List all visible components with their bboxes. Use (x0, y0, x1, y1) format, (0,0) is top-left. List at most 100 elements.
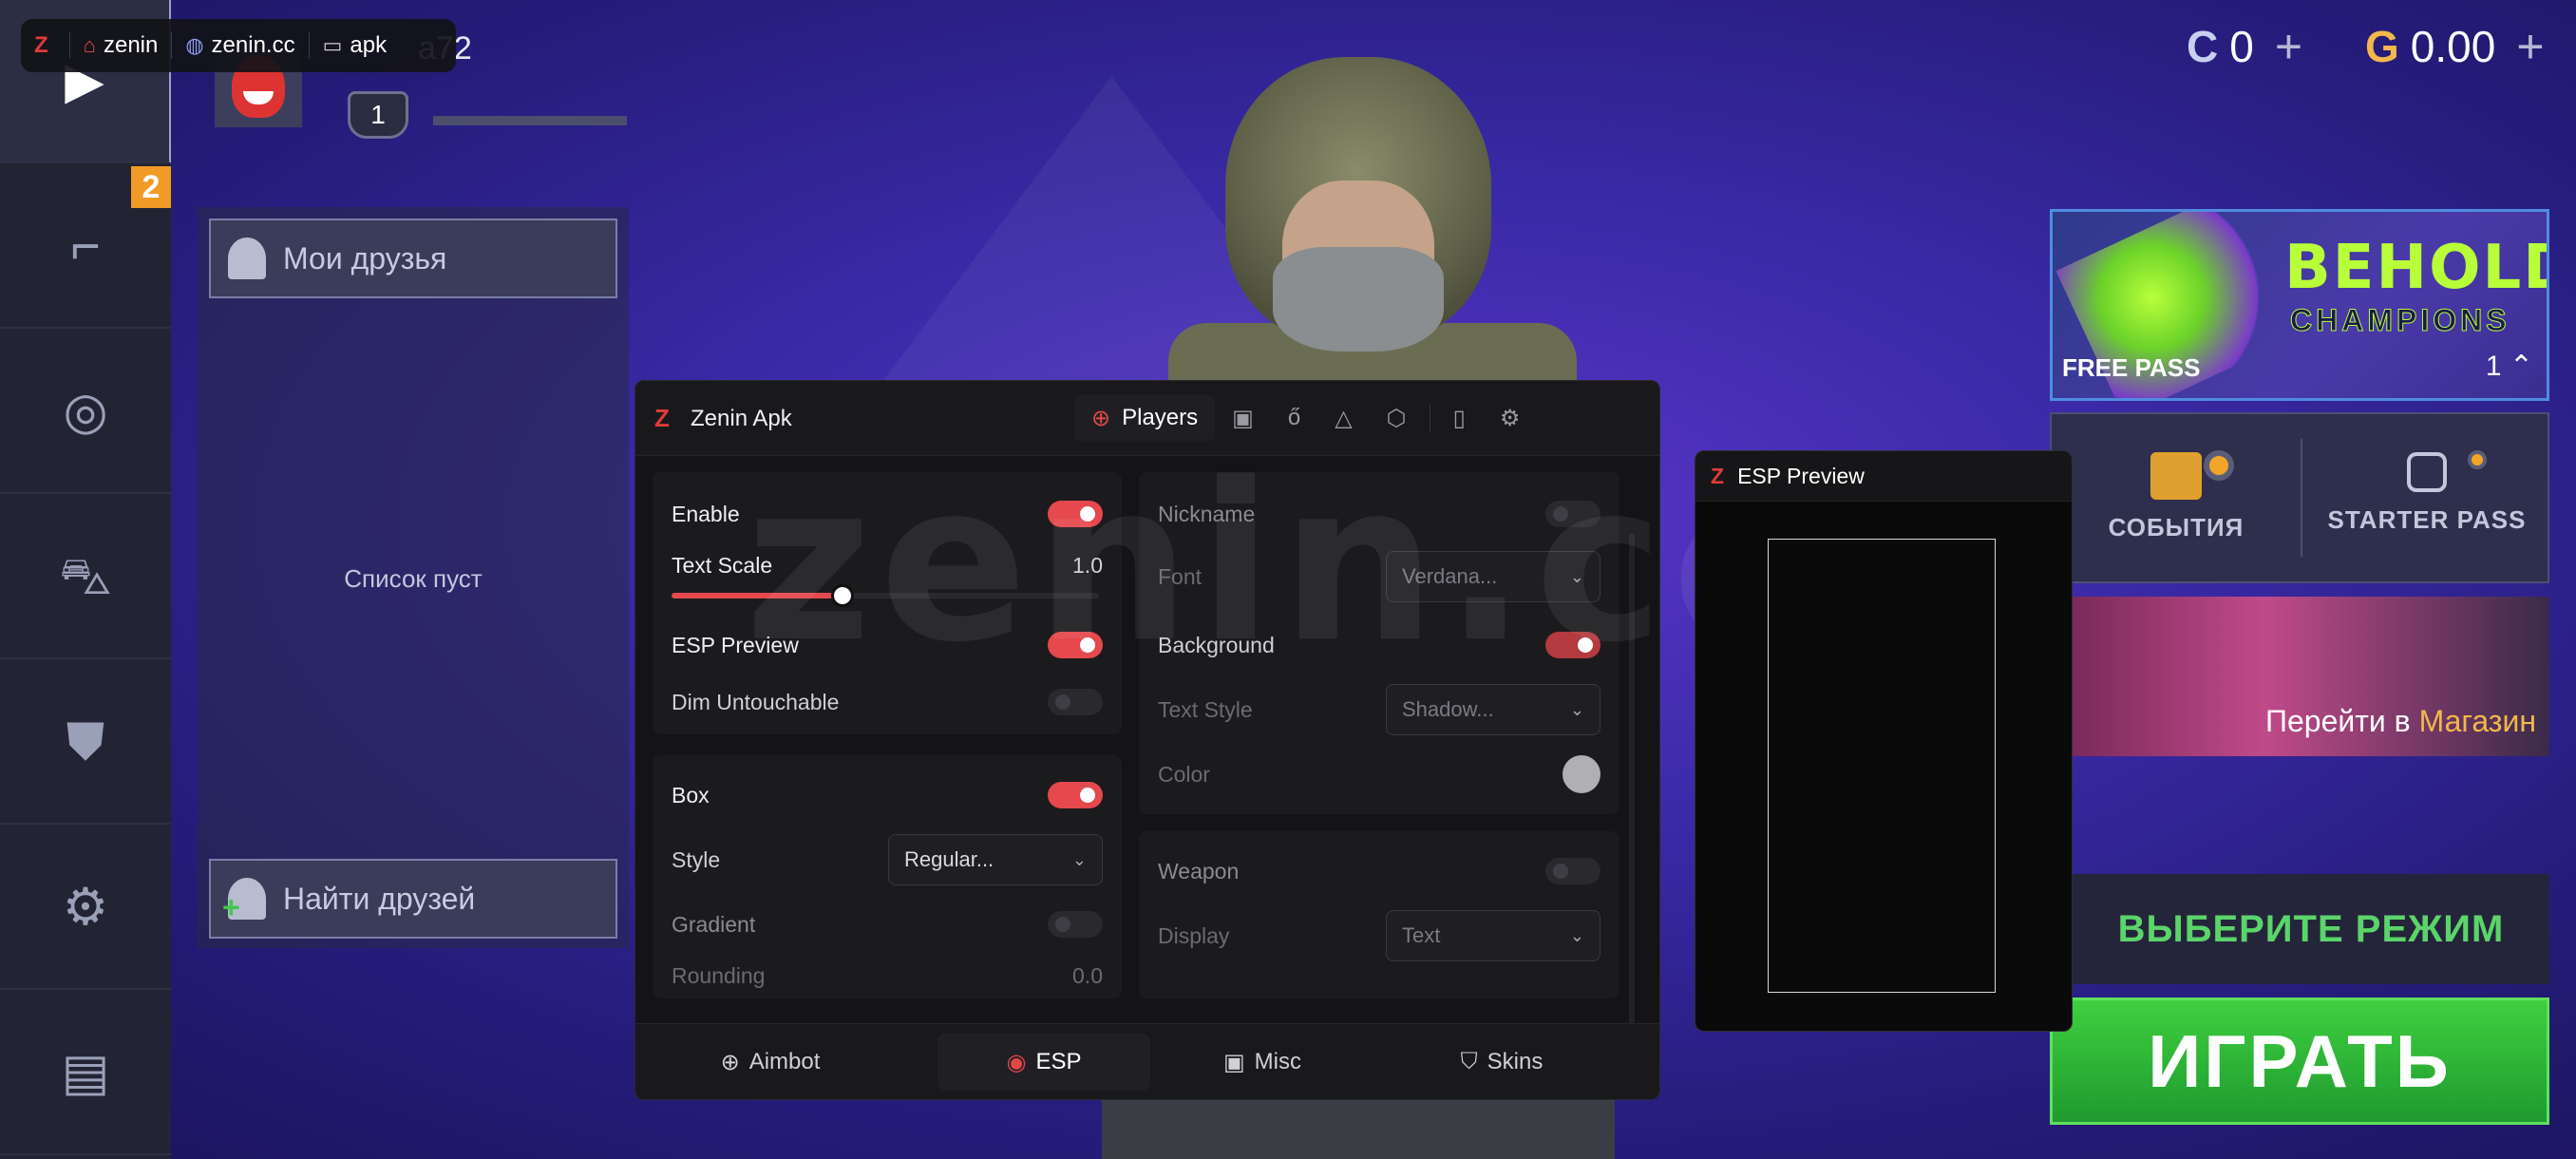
esp-preview-toggle[interactable] (1048, 632, 1103, 658)
tag-icon: ⌂ (83, 33, 96, 57)
font-label: Font (1158, 563, 1203, 589)
sidebar-item-clan[interactable]: ⛊ (0, 661, 171, 825)
background-row: Background (1158, 626, 1601, 664)
weapon-row: Weapon (1158, 852, 1601, 890)
crosshair-icon: ⊕ (1091, 405, 1111, 431)
footer-misc-label: Misc (1254, 1049, 1301, 1074)
tab-players[interactable]: ⊕ Players (1074, 394, 1216, 442)
dim-untouchable-label: Dim Untouchable (672, 689, 840, 714)
calendar-icon (2150, 452, 2202, 500)
footer-tab-esp[interactable]: ◉ ESP (938, 1034, 1150, 1091)
tab-items[interactable]: ▣ (1215, 394, 1271, 442)
background-toggle[interactable] (1545, 632, 1601, 658)
weapon-label: Weapon (1158, 858, 1240, 884)
tag-site-label: zenin.cc (211, 32, 295, 58)
rounding-row: Rounding 0.0 (672, 957, 1103, 995)
beholder-promo-banner[interactable]: BEHOLDER CHAMPIONS FREE PASS 1 ⌃ (2050, 209, 2549, 401)
menu-scrollbar[interactable] (1629, 533, 1635, 1065)
box-toggle[interactable] (1048, 782, 1103, 808)
add-coins-button[interactable]: + (2275, 19, 2302, 74)
footer-tab-skins[interactable]: ⛉ Skins (1395, 1034, 1608, 1091)
pistol-icon: ⌐ (70, 218, 101, 275)
weapon-toggle[interactable] (1545, 858, 1601, 884)
color-swatch[interactable] (1563, 755, 1601, 793)
tag-zenin: ⌂ zenin (68, 32, 172, 59)
tab-grenades[interactable]: ő (1271, 394, 1317, 442)
triangle-icon: △ (1335, 405, 1353, 431)
briefcase-icon: ▣ (1222, 1049, 1245, 1075)
gradient-toggle[interactable] (1048, 911, 1103, 938)
footer-aimbot-label: Aimbot (748, 1049, 821, 1074)
menu-header: Z Zenin Apk ⊕ Players ▣ ő △ ⬡ ▯ ⚙ (635, 381, 1659, 456)
nickname-card: Nickname Font Verdana... ⌄ Background Tex… (1139, 472, 1619, 814)
dim-untouchable-toggle[interactable] (1048, 689, 1103, 715)
tag-platform-label: apk (350, 32, 388, 58)
starter-pass-dot (2468, 450, 2487, 469)
shirt-icon: ⛉ (1460, 1049, 1478, 1074)
cart-icon: ⛍ (59, 548, 112, 605)
font-dropdown[interactable]: Verdana... ⌄ (1386, 551, 1601, 602)
box-label: Box (672, 782, 710, 808)
zenin-logo: Z (34, 32, 48, 58)
footer-skins-label: Skins (1487, 1049, 1544, 1074)
friends-empty-text: Список пуст (344, 564, 483, 593)
font-row: Font Verdana... ⌄ (1158, 551, 1601, 602)
add-friend-icon: + (222, 878, 266, 924)
find-friends-button[interactable]: + Найти друзей (209, 859, 617, 939)
gold-icon: G (2365, 22, 2399, 71)
tab-world[interactable]: △ (1317, 394, 1369, 442)
display-dropdown[interactable]: Text ⌄ (1386, 910, 1601, 961)
add-gold-button[interactable]: + (2516, 19, 2544, 74)
text-scale-label: Text Scale (672, 552, 773, 578)
display-label: Display (1158, 922, 1230, 948)
general-card: Enable Text Scale 1.0 ESP Preview Dim Un… (653, 472, 1122, 734)
events-button[interactable]: СОБЫТИЯ (2052, 414, 2301, 581)
tab-settings[interactable]: ⚙ (1483, 394, 1538, 442)
text-scale-handle[interactable] (831, 584, 854, 607)
starter-pass-button[interactable]: STARTER PASS (2302, 414, 2551, 581)
box-card: Box Style Regular... ⌄ Gradient Rounding … (653, 755, 1122, 998)
shop-banner[interactable]: Перейти в Магазин (2073, 597, 2549, 756)
select-mode-button[interactable]: ВЫБЕРИТЕ РЕЖИМ (2073, 874, 2549, 984)
footer-tab-misc[interactable]: ▣ Misc (1156, 1034, 1369, 1091)
sidebar-item-chat[interactable]: ▤ (0, 992, 171, 1155)
nickname-toggle[interactable] (1545, 501, 1601, 527)
sidebar-item-settings[interactable]: ⚙ (0, 826, 171, 990)
weapon-card: Weapon Display Text ⌄ (1139, 831, 1619, 998)
esp-preview-title: ESP Preview (1737, 463, 1865, 488)
gear-icon: ⚙ (1499, 405, 1521, 431)
eye-icon: ◉ (1006, 1049, 1027, 1075)
text-scale-fill (672, 593, 843, 598)
pass-level-number: 1 (2485, 351, 2502, 382)
tab-players-label: Players (1122, 405, 1199, 430)
tag-site: ◍ zenin.cc (171, 32, 308, 59)
enable-toggle[interactable] (1048, 501, 1103, 527)
soldier-legs (1102, 1092, 1615, 1159)
chat-icon: ▤ (61, 1044, 110, 1101)
display-row: Display Text ⌄ (1158, 910, 1601, 961)
tab-configs[interactable]: ▯ (1436, 394, 1483, 442)
text-scale-value: 1.0 (1072, 552, 1103, 578)
globe-icon: ◍ (185, 33, 204, 57)
notification-badge: 2 (131, 166, 171, 208)
text-style-dropdown[interactable]: Shadow... ⌄ (1386, 684, 1601, 735)
sidebar-item-shop[interactable]: ⛍ (0, 496, 171, 659)
sidebar-item-currency[interactable]: ◎ (0, 331, 171, 494)
tab-objects[interactable]: ⬡ (1370, 394, 1424, 442)
shop-prefix: Перейти в (2264, 704, 2411, 738)
box-row: Box (672, 776, 1103, 814)
find-friends-label: Найти друзей (283, 881, 476, 916)
events-label: СОБЫТИЯ (2108, 513, 2245, 542)
my-friends-button[interactable]: Мои друзья (209, 218, 617, 298)
display-value: Text (1402, 923, 1441, 947)
monitor-icon: ▭ (322, 33, 343, 57)
footer-tab-aimbot[interactable]: ⊕ Aimbot (664, 1034, 877, 1091)
enable-row: Enable (672, 495, 1103, 533)
style-dropdown[interactable]: Regular... ⌄ (888, 834, 1103, 885)
my-friends-label: Мои друзья (283, 240, 447, 276)
friends-panel: Мои друзья Список пуст + Найти друзей (198, 207, 629, 948)
shop-banner-text: Перейти в Магазин (2265, 704, 2536, 739)
coin-amount: 0 (2229, 22, 2254, 71)
play-button[interactable]: ИГРАТЬ (2050, 998, 2549, 1125)
text-scale-slider[interactable] (672, 584, 1099, 607)
